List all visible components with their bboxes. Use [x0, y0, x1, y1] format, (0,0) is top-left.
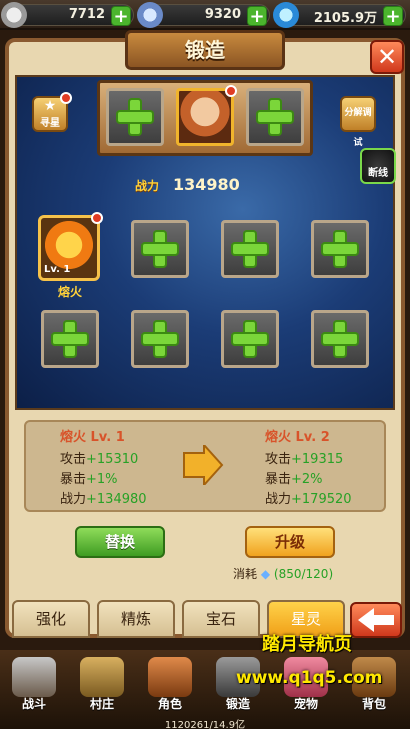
nav-label: 角色 — [157, 697, 182, 711]
plus-icon — [118, 100, 152, 134]
back-arrow-icon — [358, 608, 394, 632]
plus-icon — [258, 100, 292, 134]
page-title: 锻造 — [125, 30, 285, 70]
character-portrait[interactable] — [176, 85, 237, 146]
tab-enhance[interactable]: 强化 — [12, 600, 90, 638]
diamond-value: 2105.9万 — [313, 11, 377, 26]
disconnect-label: 断线 — [368, 168, 388, 179]
close-button[interactable]: ✕ — [370, 40, 404, 74]
current-stats: 熔火 Lv. 1 攻击+15310 暴击+1% 战力+134980 — [60, 426, 190, 508]
plus-icon — [233, 232, 267, 266]
current-crit: +1% — [86, 472, 118, 487]
disconnect-button[interactable]: 断线 — [360, 148, 396, 184]
character-slot-right[interactable] — [246, 88, 304, 146]
notification-dot — [91, 212, 103, 224]
power-value: 134980 — [173, 175, 240, 194]
gem-slot-2[interactable] — [131, 220, 189, 278]
upgrade-cost: 消耗 ◆ (850/120) — [233, 565, 333, 582]
gem-level: Lv. 1 — [44, 264, 71, 275]
crit-label: 暴击 — [265, 472, 292, 487]
cost-value: (850/120) — [273, 567, 334, 581]
plus-icon — [323, 232, 357, 266]
nav-label: 宠物 — [293, 697, 318, 711]
hero-icon — [148, 657, 192, 697]
watermark-url: www.q1q5.com — [236, 668, 383, 688]
next-stats: 熔火 Lv. 2 攻击+19315 暴击+2% 战力+179520 — [265, 426, 395, 508]
watermark-title: 踏月导航页 — [262, 634, 352, 655]
plus-icon — [323, 322, 357, 356]
arrow-right-icon — [183, 445, 224, 485]
nav-label: 战斗 — [21, 697, 46, 711]
gem-slot-6[interactable] — [131, 310, 189, 368]
replace-button[interactable]: 替换 — [75, 526, 165, 558]
house-icon — [80, 657, 124, 697]
crystal-resource: 9320 + — [137, 2, 270, 28]
current-attack: +15310 — [86, 452, 139, 467]
gem-slot-3[interactable] — [221, 220, 279, 278]
gem-name: 熔火 — [57, 285, 82, 299]
plus-icon — [143, 232, 177, 266]
power-display: 战力 134980 — [135, 175, 295, 197]
power-stat-label: 战力 — [60, 492, 87, 507]
cost-label: 消耗 — [233, 567, 258, 581]
plus-icon — [143, 322, 177, 356]
gem-slot-7[interactable] — [221, 310, 279, 368]
nav-label: 锻造 — [225, 697, 250, 711]
nav-label: 背包 — [361, 697, 386, 711]
crystal-icon: ◆ — [260, 567, 271, 581]
footer-counter: 1120261/14.9亿 — [164, 720, 246, 729]
star-search-label: 寻星 — [40, 118, 60, 129]
crit-label: 暴击 — [60, 472, 87, 487]
next-attack: +19315 — [291, 452, 344, 467]
swords-icon — [12, 657, 56, 697]
nav-label: 村庄 — [89, 697, 114, 711]
character-slot-left[interactable] — [106, 88, 164, 146]
power-stat-label: 战力 — [265, 492, 292, 507]
current-name: 熔火 Lv. 1 — [60, 430, 125, 445]
add-silver-button[interactable]: + — [111, 6, 131, 27]
silver-value: 7712 — [68, 7, 105, 22]
add-diamond-button[interactable]: + — [383, 6, 403, 27]
tab-gem[interactable]: 宝石 — [182, 600, 260, 638]
next-power: +179520 — [291, 492, 352, 507]
attack-label: 攻击 — [265, 452, 292, 467]
current-power: +134980 — [86, 492, 147, 507]
notification-dot — [60, 92, 72, 104]
attack-label: 攻击 — [60, 452, 87, 467]
next-crit: +2% — [291, 472, 323, 487]
silver-resource: 7712 + — [1, 2, 134, 28]
nav-battle[interactable]: 战斗 — [6, 655, 62, 713]
crystal-value: 9320 — [204, 7, 241, 22]
power-label: 战力 — [135, 179, 160, 193]
plus-icon — [233, 322, 267, 356]
plus-icon — [53, 322, 87, 356]
nav-character[interactable]: 角色 — [142, 655, 198, 713]
add-crystal-button[interactable]: + — [247, 6, 267, 27]
back-button[interactable] — [350, 602, 402, 638]
gem-slot-8[interactable] — [311, 310, 369, 368]
diamond-resource: 2105.9万 + — [273, 2, 406, 28]
gem-slot-5[interactable] — [41, 310, 99, 368]
next-name: 熔火 Lv. 2 — [265, 430, 330, 445]
nav-village[interactable]: 村庄 — [74, 655, 130, 713]
tab-refine[interactable]: 精炼 — [97, 600, 175, 638]
debug-button[interactable]: 分解调试 — [340, 96, 376, 148]
star-search-button[interactable]: ★ 寻星 — [32, 92, 72, 132]
notification-dot — [225, 85, 237, 97]
upgrade-button[interactable]: 升级 — [245, 526, 335, 558]
gem-slot-4[interactable] — [311, 220, 369, 278]
